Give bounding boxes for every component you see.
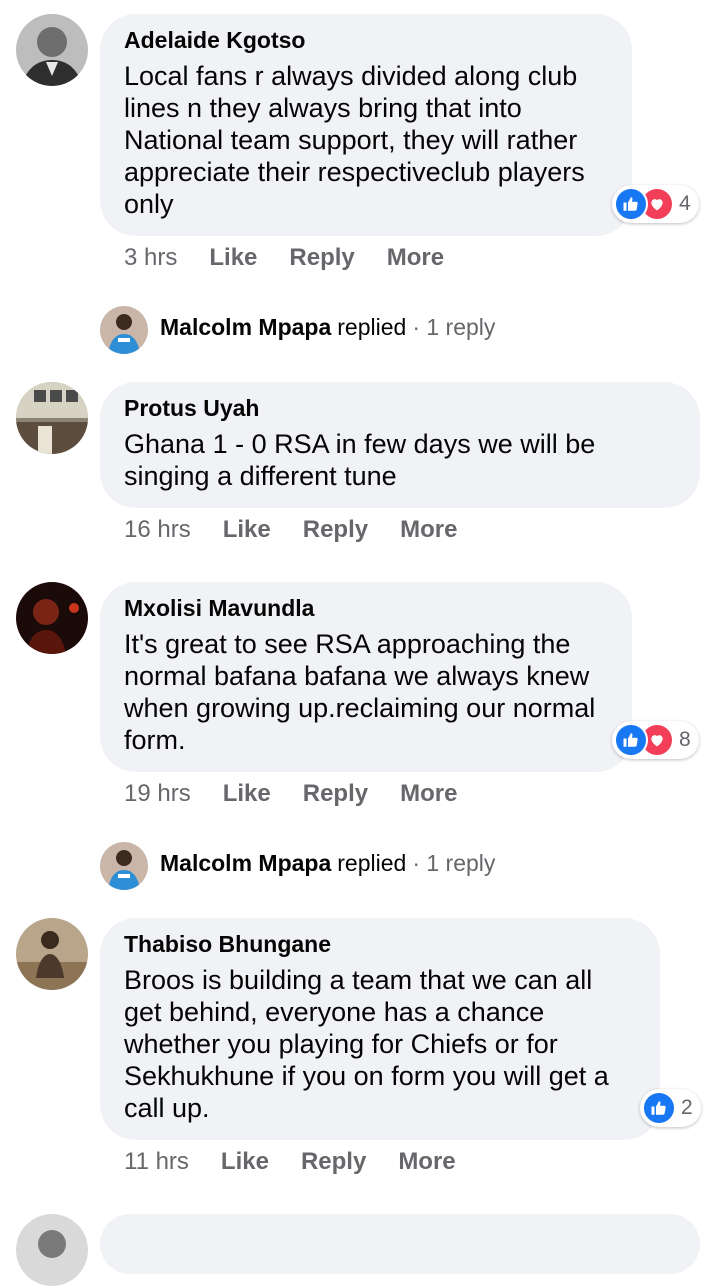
view-replies-link[interactable]: Malcolm Mpapa replied · 1 reply [160,850,495,877]
reply-verb: replied [337,314,407,340]
comment-bubble: Thabiso Bhungane Broos is building a tea… [100,918,660,1140]
reaction-count: 4 [679,192,691,215]
more-button[interactable]: More [400,780,457,808]
reply-button[interactable]: Reply [303,780,368,808]
reaction-summary[interactable]: 8 [612,721,699,759]
reaction-count: 2 [681,1096,693,1119]
comment-bubble: Adelaide Kgotso Local fans r always divi… [100,14,632,236]
reply-verb: replied [337,850,407,876]
comment-bubble: Protus Uyah Ghana 1 - 0 RSA in few days … [100,382,700,508]
like-button[interactable]: Like [223,516,271,544]
comment-text: Local fans r always divided along club l… [124,61,585,219]
comment-timestamp[interactable]: 11 hrs [124,1148,189,1176]
like-button[interactable]: Like [223,780,271,808]
avatar[interactable] [16,14,88,86]
like-icon [642,1091,676,1125]
comment-actions: 11 hrs Like Reply More [124,1148,456,1176]
comment-author[interactable]: Mxolisi Mavundla [124,594,608,622]
reply-count: · 1 reply [412,314,496,340]
comment-timestamp[interactable]: 3 hrs [124,244,177,272]
comment-bubble [100,1214,700,1274]
reply-button[interactable]: Reply [303,516,368,544]
comment-timestamp[interactable]: 19 hrs [124,780,191,808]
avatar[interactable] [16,1214,88,1286]
comment-author[interactable]: Protus Uyah [124,394,676,422]
comment-actions: 19 hrs Like Reply More [124,780,457,808]
more-button[interactable]: More [398,1148,455,1176]
reply-avatar[interactable] [100,306,148,354]
comment-text: Broos is building a team that we can all… [124,965,609,1123]
reply-avatar[interactable] [100,842,148,890]
comment-text: It's great to see RSA approaching the no… [124,629,596,755]
comment-bubble: Mxolisi Mavundla It's great to see RSA a… [100,582,632,772]
comment-actions: 16 hrs Like Reply More [124,516,457,544]
comment-author[interactable]: Thabiso Bhungane [124,930,636,958]
more-button[interactable]: More [387,244,444,272]
reply-button[interactable]: Reply [289,244,354,272]
comment-timestamp[interactable]: 16 hrs [124,516,191,544]
reaction-count: 8 [679,728,691,751]
reply-button[interactable]: Reply [301,1148,366,1176]
comment-actions: 3 hrs Like Reply More [124,244,444,272]
view-replies-link[interactable]: Malcolm Mpapa replied · 1 reply [160,314,495,341]
reply-author: Malcolm Mpapa [160,850,332,876]
comment-author[interactable]: Adelaide Kgotso [124,26,608,54]
reply-count: · 1 reply [412,850,496,876]
reaction-summary[interactable]: 2 [640,1089,701,1127]
like-icon [614,187,648,221]
like-icon [614,723,648,757]
avatar[interactable] [16,582,88,654]
avatar[interactable] [16,382,88,454]
comment-text: Ghana 1 - 0 RSA in few days we will be s… [124,429,596,491]
more-button[interactable]: More [400,516,457,544]
avatar[interactable] [16,918,88,990]
like-button[interactable]: Like [209,244,257,272]
reply-author: Malcolm Mpapa [160,314,332,340]
like-button[interactable]: Like [221,1148,269,1176]
reaction-summary[interactable]: 4 [612,185,699,223]
